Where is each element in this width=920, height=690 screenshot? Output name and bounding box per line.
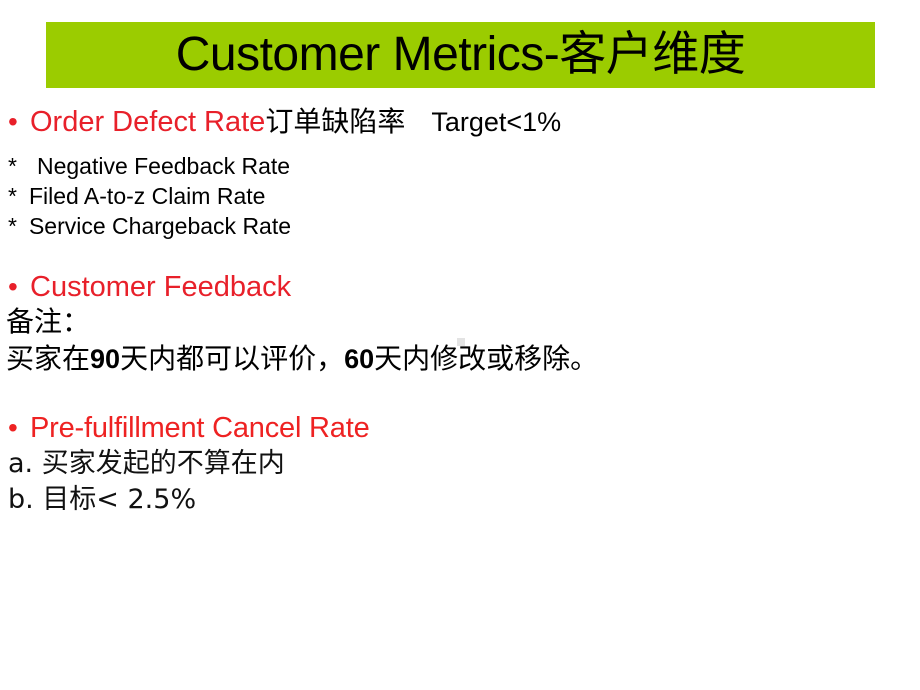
slide-canvas: Customer Metrics-客户维度 • Order Defect Rat…: [0, 0, 920, 690]
bullet-icon: •: [8, 271, 18, 302]
heading-pre-fulfillment-cancel-rate: Pre-fulfillment Cancel Rate: [30, 412, 370, 444]
note-days-60: 60: [344, 344, 375, 374]
list-item-a: a. 买家发起的不算在内: [8, 448, 285, 479]
bullet-icon: •: [8, 412, 18, 443]
sub-item-label: Negative Feedback Rate: [36, 153, 291, 179]
note-label-beizhu: 备注：: [6, 307, 91, 338]
section-heading-customer-feedback: • Customer Feedback: [0, 269, 920, 305]
sub-item-service-chargeback-rate: * Service Chargeback Rate: [0, 211, 920, 241]
heading-order-defect-rate-en: Order Defect Rate: [30, 106, 266, 138]
slide-body: • Order Defect Rate订单缺陷率 Target<1% * Negat…: [0, 104, 920, 518]
page-title-cjk: 客户维度: [559, 29, 746, 81]
sub-item-filed-a-to-z-claim-rate: * Filed A-to-z Claim Rate: [0, 181, 920, 211]
section-heading-order-defect-rate: • Order Defect Rate订单缺陷率 Target<1%: [0, 104, 920, 141]
heading-order-defect-rate-target: Target<1%: [431, 107, 562, 137]
heading-customer-feedback: Customer Feedback: [30, 271, 292, 303]
title-banner: Customer Metrics-客户维度: [46, 22, 875, 88]
page-title: Customer Metrics-客户维度: [176, 31, 746, 79]
heading-order-defect-rate: Order Defect Rate订单缺陷率 Target<1%: [30, 104, 561, 141]
asterisk-marker: *: [8, 183, 17, 209]
note-days-90: 90: [90, 344, 121, 374]
section-heading-pre-fulfillment-cancel-rate: • Pre-fulfillment Cancel Rate: [0, 410, 920, 446]
asterisk-marker: *: [8, 153, 17, 179]
bullet-icon: •: [8, 106, 18, 137]
list-item-b: b. 目标< 2.5%: [8, 484, 197, 515]
page-title-en: Customer Metrics-: [175, 28, 560, 81]
sub-item-label: Service Chargeback Rate: [28, 213, 292, 239]
note-part-2: 天内都可以评价，: [120, 344, 345, 375]
asterisk-marker: *: [8, 213, 17, 239]
note-part-3: 天内修改或移除。: [374, 344, 599, 375]
note-feedback-window: 买家在90天内都可以评价，60天内修改或移除。: [0, 341, 920, 378]
sub-item-label: Filed A-to-z Claim Rate: [28, 183, 266, 209]
sub-item-negative-feedback-rate: * Negative Feedback Rate: [0, 151, 920, 181]
note-part-1: 买家在: [6, 344, 91, 375]
heading-order-defect-rate-cjk: 订单缺陷率: [265, 107, 406, 138]
